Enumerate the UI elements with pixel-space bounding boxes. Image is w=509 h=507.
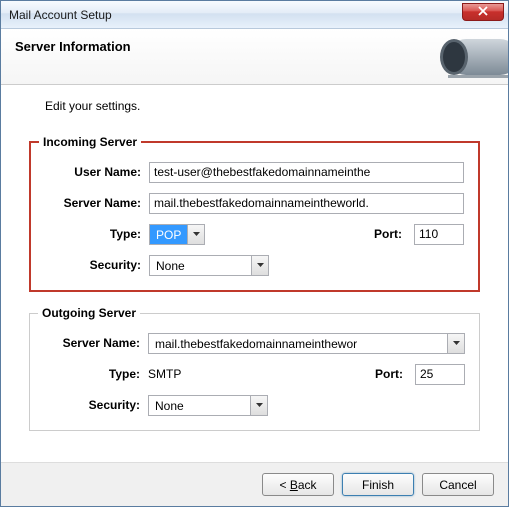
incoming-servername-label: Server Name: [45,196,149,210]
incoming-servername-input[interactable] [149,193,464,214]
mailbox-icon [408,29,508,85]
back-button[interactable]: < Back [262,473,334,496]
incoming-server-group: Incoming Server User Name: Server Name: … [29,135,480,292]
chevron-down-icon [187,225,204,244]
incoming-type-label: Type: [45,227,149,241]
incoming-security-value: None [150,256,251,275]
incoming-port-label: Port: [374,227,406,241]
incoming-legend: Incoming Server [39,135,141,149]
outgoing-server-group: Outgoing Server Server Name: mail.thebes… [29,306,480,431]
outgoing-servername-dropdown[interactable]: mail.thebestfakedomainnameinthewor [148,333,465,354]
titlebar[interactable]: Mail Account Setup [1,1,508,29]
outgoing-type-value: SMTP [148,367,181,381]
outgoing-legend: Outgoing Server [38,306,140,320]
footer: < Back Finish Cancel [1,462,508,506]
outgoing-servername-value: mail.thebestfakedomainnameinthewor [149,334,447,353]
outgoing-type-label: Type: [44,367,148,381]
outgoing-security-label: Security: [44,398,148,412]
chevron-down-icon [447,334,464,353]
outgoing-security-dropdown[interactable]: None [148,395,268,416]
incoming-security-label: Security: [45,258,149,272]
content-area: Edit your settings. Incoming Server User… [1,85,508,462]
incoming-type-value: POP [150,225,187,244]
chevron-down-icon [250,396,267,415]
cancel-button[interactable]: Cancel [422,473,494,496]
username-label: User Name: [45,165,149,179]
outgoing-port-label: Port: [375,367,407,381]
incoming-port-input[interactable] [414,224,464,245]
outgoing-security-value: None [149,396,250,415]
username-input[interactable] [149,162,464,183]
instruction-text: Edit your settings. [45,99,480,113]
window-title: Mail Account Setup [9,8,112,22]
incoming-type-dropdown[interactable]: POP [149,224,205,245]
header: Server Information [1,29,508,85]
outgoing-servername-label: Server Name: [44,336,148,350]
incoming-security-dropdown[interactable]: None [149,255,269,276]
outgoing-port-input[interactable] [415,364,465,385]
close-button[interactable] [462,3,504,21]
chevron-down-icon [251,256,268,275]
close-icon [478,5,488,19]
finish-button[interactable]: Finish [342,473,414,496]
